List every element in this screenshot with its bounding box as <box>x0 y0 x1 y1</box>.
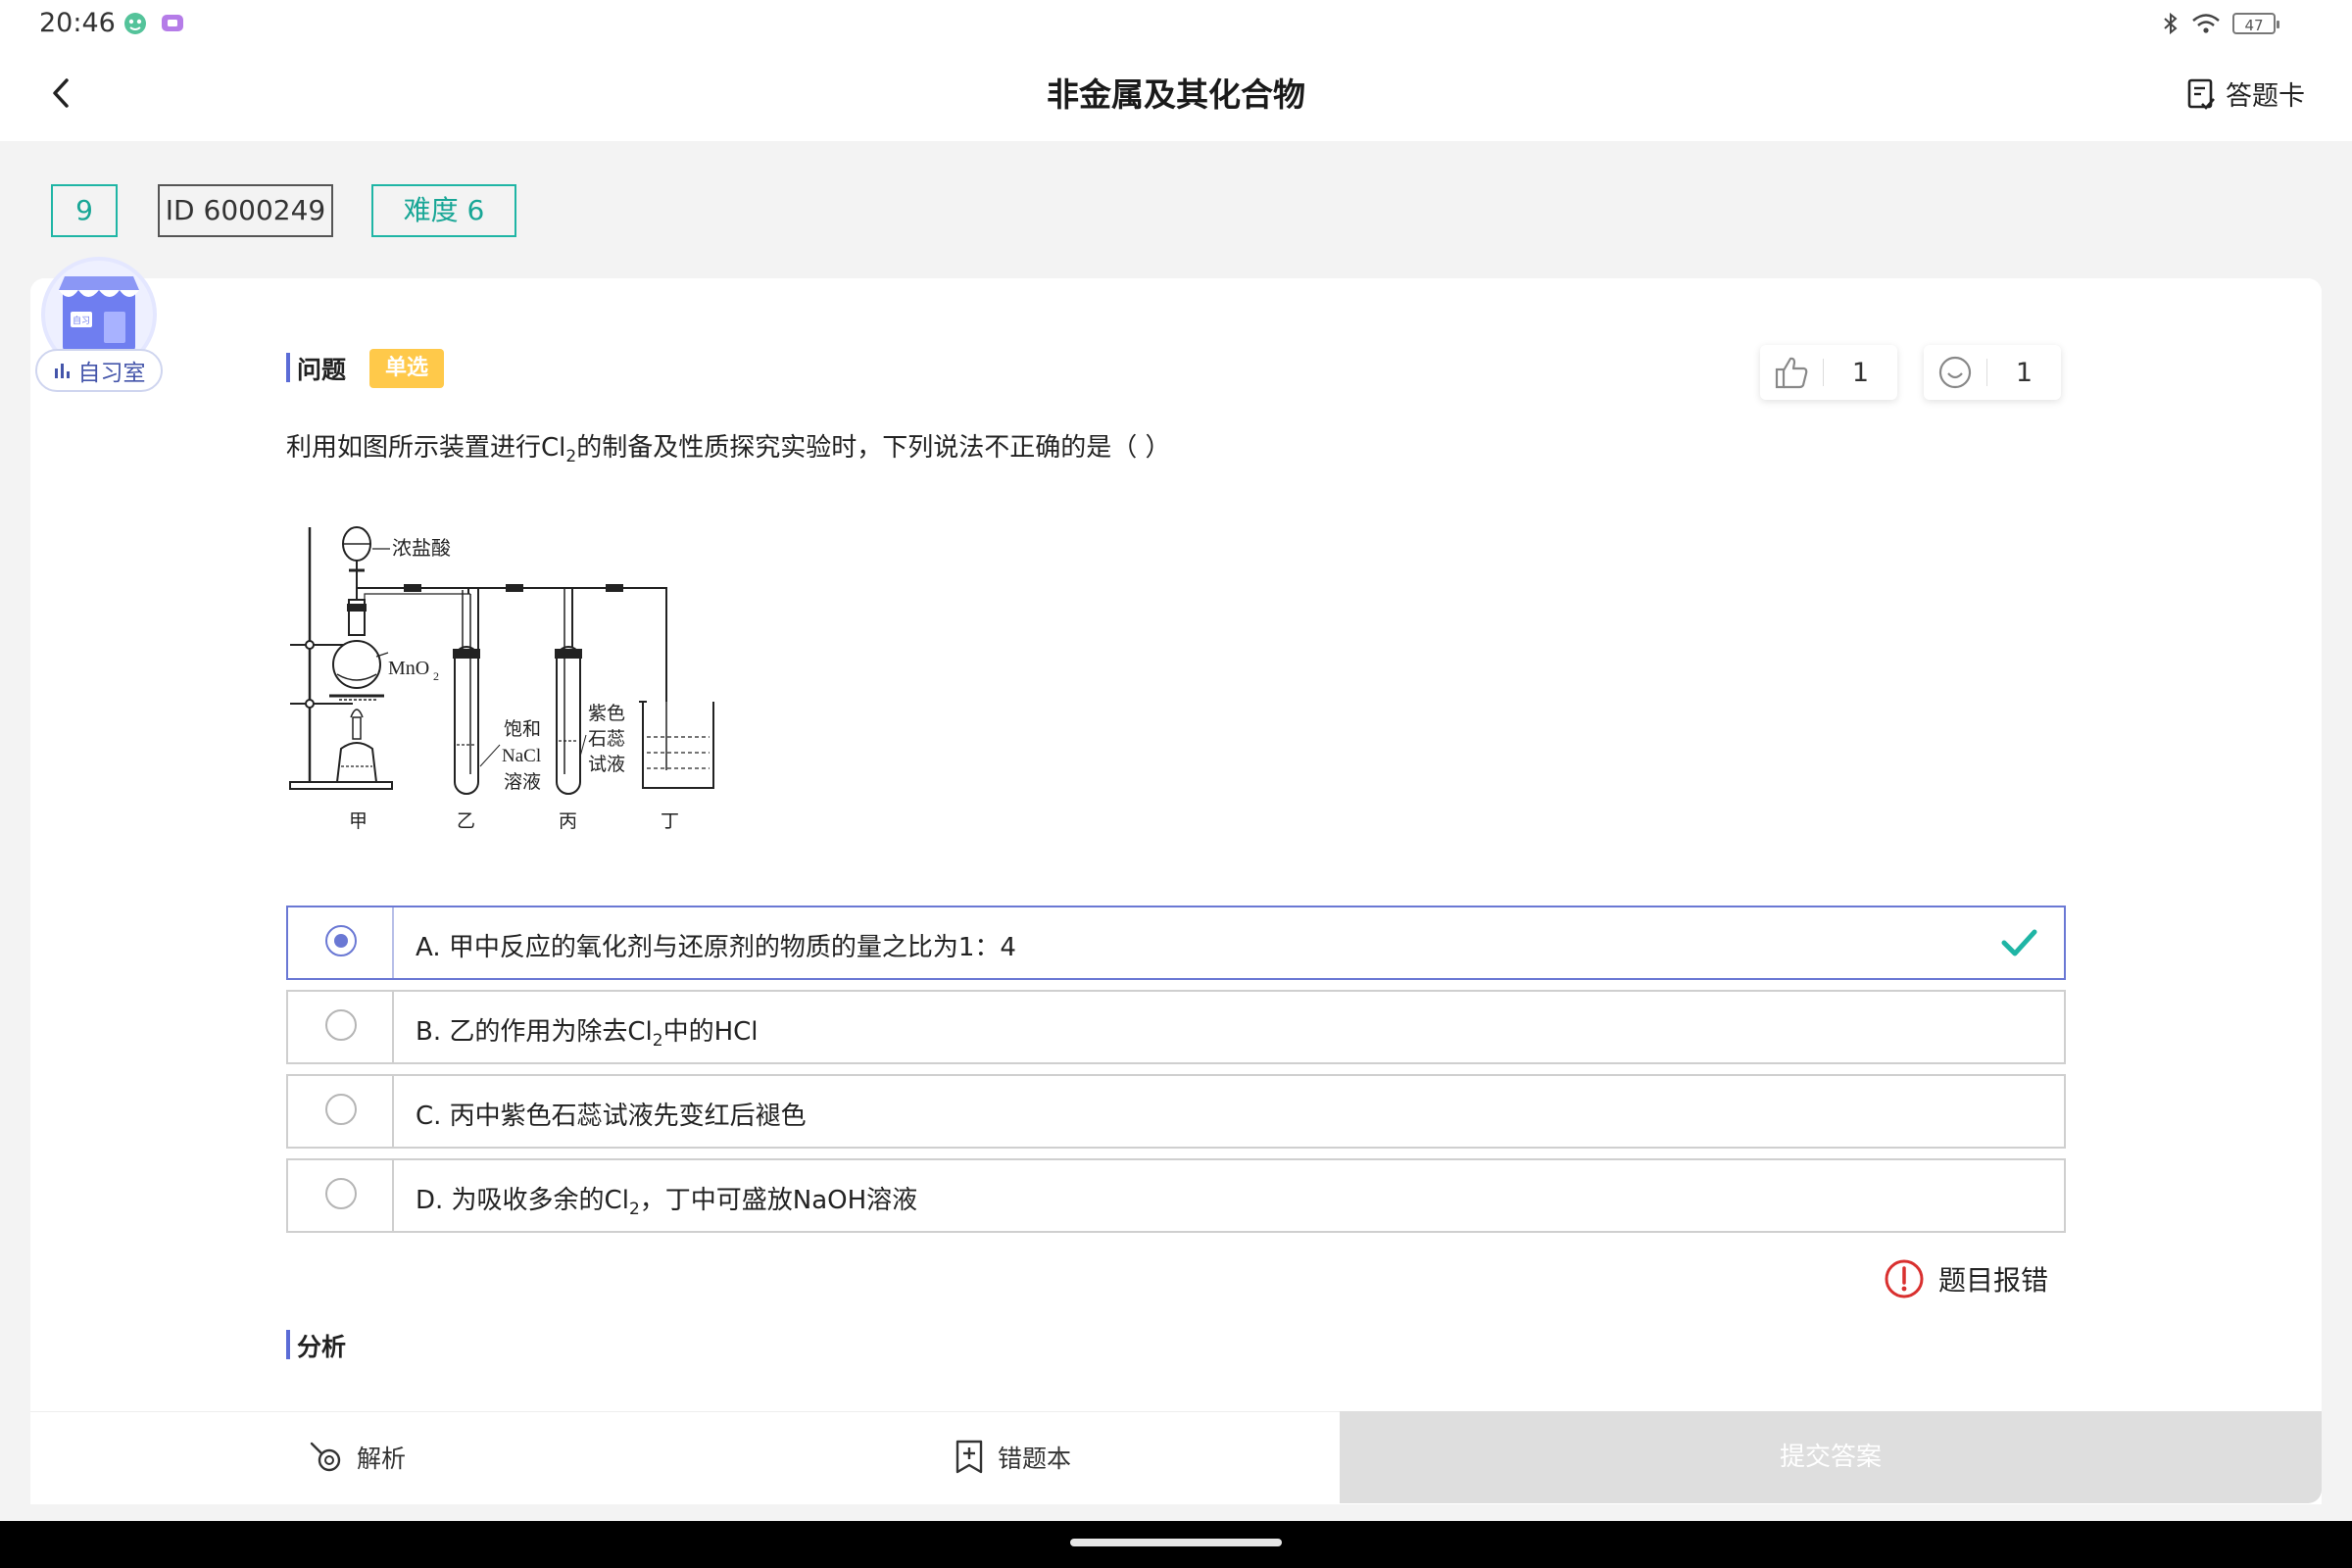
video-app-icon <box>162 15 183 31</box>
apparatus-diagram: 浓盐酸 MnO 2 饱和 NaCl 溶液 紫色 石蕊 试液 甲 乙 丙 丁 <box>289 526 714 832</box>
option-c[interactable]: C. 丙中紫色石蕊试液先变红后褪色 <box>286 1074 2066 1149</box>
bluetooth-icon <box>2164 12 2178 35</box>
question-section-title: 问题 <box>297 356 347 384</box>
label-mno2: MnO <box>388 658 429 679</box>
smile-icon <box>1938 356 1972 389</box>
label-litmus-2: 石蕊 <box>588 728 625 750</box>
study-room-icon-text: 自习 <box>73 315 90 326</box>
label-nacl-1: 饱和 <box>504 718 541 740</box>
label-mno2-subscript: 2 <box>433 669 439 683</box>
option-b-radio[interactable] <box>325 1009 357 1041</box>
label-bing: 丙 <box>559 811 577 832</box>
analysis-button-label: 解析 <box>357 1445 407 1473</box>
option-b[interactable]: B. 乙的作用为除去Cl2中的HCl <box>286 990 2066 1064</box>
option-a-text: A. 甲中反应的氧化剂与还原剂的物质的量之比为1：4 <box>416 933 1016 962</box>
wrong-book-button[interactable]: 错题本 <box>953 1411 1071 1503</box>
battery-icon: 47 <box>2232 13 2279 34</box>
analysis-button[interactable]: 解析 <box>308 1411 406 1503</box>
label-nacl-2: NaCl <box>502 746 541 766</box>
correct-check-icon <box>2001 929 2037 956</box>
wrong-book-label: 错题本 <box>998 1445 1072 1473</box>
app-notification-icon <box>124 13 146 34</box>
question-number-tag: 9 <box>51 184 118 237</box>
bar-chart-icon <box>54 364 70 378</box>
label-yi: 乙 <box>457 811 475 832</box>
option-d-text: D. 为吸收多余的Cl2，丁中可盛放NaOH溶液 <box>416 1186 918 1220</box>
question-section-bar <box>286 353 290 382</box>
thumbs-up-icon <box>1775 357 1808 389</box>
warning-circle-icon <box>1885 1259 1924 1298</box>
option-b-text: B. 乙的作用为除去Cl2中的HCl <box>416 1017 759 1052</box>
like-button[interactable]: 1 <box>1760 345 1897 400</box>
label-acid: 浓盐酸 <box>392 537 451 560</box>
answer-sheet-icon <box>2187 78 2215 110</box>
answer-card-label: 答题卡 <box>2226 81 2305 112</box>
question-stem: 利用如图所示装置进行Cl2的制备及性质探究实验时，下列说法不正确的是（ ） <box>286 427 1170 466</box>
question-text-part2: 的制备及性质探究实验时，下列说法不正确的是（ ） <box>576 433 1171 463</box>
option-c-text: C. 丙中紫色石蕊试液先变红后褪色 <box>416 1102 807 1131</box>
study-room-button[interactable]: 自习室 <box>35 349 163 392</box>
label-jia: 甲 <box>349 811 368 832</box>
report-error-label: 题目报错 <box>1938 1264 2049 1297</box>
analysis-section-title: 分析 <box>297 1333 347 1361</box>
option-c-radio[interactable] <box>325 1094 357 1125</box>
option-a[interactable]: A. 甲中反应的氧化剂与还原剂的物质的量之比为1：4 <box>286 906 2066 980</box>
home-indicator[interactable] <box>1070 1539 1282 1546</box>
smile-button[interactable]: 1 <box>1924 345 2061 400</box>
status-time: 20:46 <box>39 8 116 38</box>
question-text-part1: 利用如图所示装置进行Cl <box>286 433 566 463</box>
status-indicators: 47 <box>2162 10 2279 37</box>
top-bar: 20:46 47 非金属及其化合物 答题卡 <box>0 0 2352 141</box>
study-room-label: 自习室 <box>77 361 146 386</box>
report-error-button[interactable]: 题目报错 <box>1884 1258 2048 1299</box>
page-title: 非金属及其化合物 <box>1047 75 1305 114</box>
label-nacl-3: 溶液 <box>504 771 541 793</box>
question-type-badge: 单选 <box>369 349 444 388</box>
question-text-subscript: 2 <box>565 447 577 467</box>
wifi-icon <box>2192 14 2220 33</box>
magnifier-analysis-icon <box>310 1442 341 1472</box>
difficulty-tag: 难度 6 <box>371 184 516 237</box>
label-litmus-3: 试液 <box>588 754 625 775</box>
analysis-section-bar <box>286 1330 290 1359</box>
question-id-tag: ID 6000249 <box>158 184 333 237</box>
option-d[interactable]: D. 为吸收多余的Cl2，丁中可盛放NaOH溶液 <box>286 1158 2066 1233</box>
submit-answer-button[interactable]: 提交答案 <box>1340 1411 2322 1503</box>
bookmark-add-icon <box>956 1440 983 1474</box>
option-a-radio[interactable] <box>325 925 357 956</box>
smile-count: 1 <box>2015 357 2034 388</box>
label-ding: 丁 <box>661 811 679 832</box>
option-d-radio[interactable] <box>325 1178 357 1209</box>
answer-card-button[interactable]: 答题卡 <box>2186 74 2305 113</box>
like-count: 1 <box>1851 357 1870 388</box>
label-litmus-1: 紫色 <box>588 703 625 724</box>
